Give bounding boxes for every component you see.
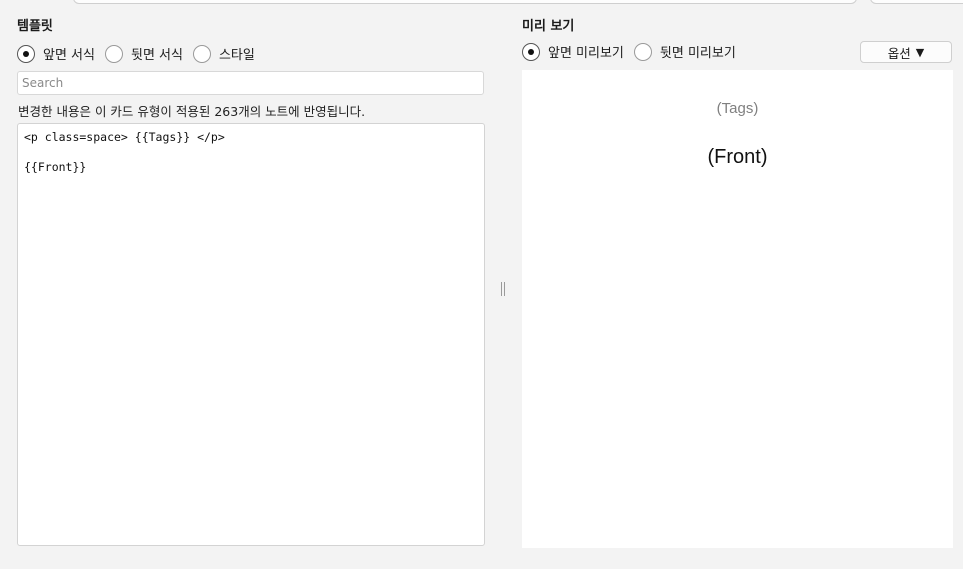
top-button-clipped[interactable]: [870, 0, 963, 4]
radio-back-preview[interactable]: 뒷면 미리보기: [633, 42, 736, 61]
radio-front-preview[interactable]: 앞면 미리보기: [522, 42, 624, 61]
radio-unchecked-icon: [633, 42, 652, 61]
editor-line: <p class=space> {{Tags}} </p>: [24, 130, 225, 144]
radio-checked-icon: [522, 42, 540, 61]
template-section-title: 템플릿: [17, 19, 53, 34]
card-preview: (Tags) (Front): [522, 70, 953, 548]
radio-front-template[interactable]: 앞면 서식: [17, 44, 95, 63]
caret-down-icon: ▼: [915, 45, 925, 59]
radio-back-template[interactable]: 뒷면 서식: [104, 44, 183, 63]
radio-styling[interactable]: 스타일: [192, 44, 255, 63]
preview-radio-group: 앞면 미리보기 뒷면 미리보기: [522, 42, 746, 61]
radio-label: 앞면 미리보기: [548, 46, 624, 61]
template-editor[interactable]: <p class=space> {{Tags}} </p> {{Front}}: [17, 123, 485, 546]
search-input[interactable]: [17, 71, 484, 95]
editor-line: {{Front}}: [24, 160, 87, 174]
radio-checked-icon: [17, 44, 35, 63]
radio-label: 뒷면 서식: [130, 48, 183, 63]
preview-section-title: 미리 보기: [522, 19, 575, 34]
template-radio-group: 앞면 서식 뒷면 서식 스타일: [17, 44, 265, 63]
radio-label: 뒷면 미리보기: [659, 46, 736, 61]
radio-unchecked-icon: [104, 44, 123, 63]
splitter-handle[interactable]: [501, 282, 507, 296]
options-label: 옵션: [887, 45, 911, 61]
top-input-clipped[interactable]: [73, 0, 857, 4]
options-button[interactable]: 옵션 ▼: [860, 41, 952, 63]
preview-front-text: (Front): [707, 146, 768, 168]
radio-unchecked-icon: [192, 44, 211, 63]
radio-label: 앞면 서식: [43, 48, 95, 63]
preview-tags-text: (Tags): [716, 100, 759, 117]
info-text: 변경한 내용은 이 카드 유형이 적용된 263개의 노트에 반영됩니다.: [18, 104, 366, 119]
radio-label: 스타일: [218, 48, 255, 63]
